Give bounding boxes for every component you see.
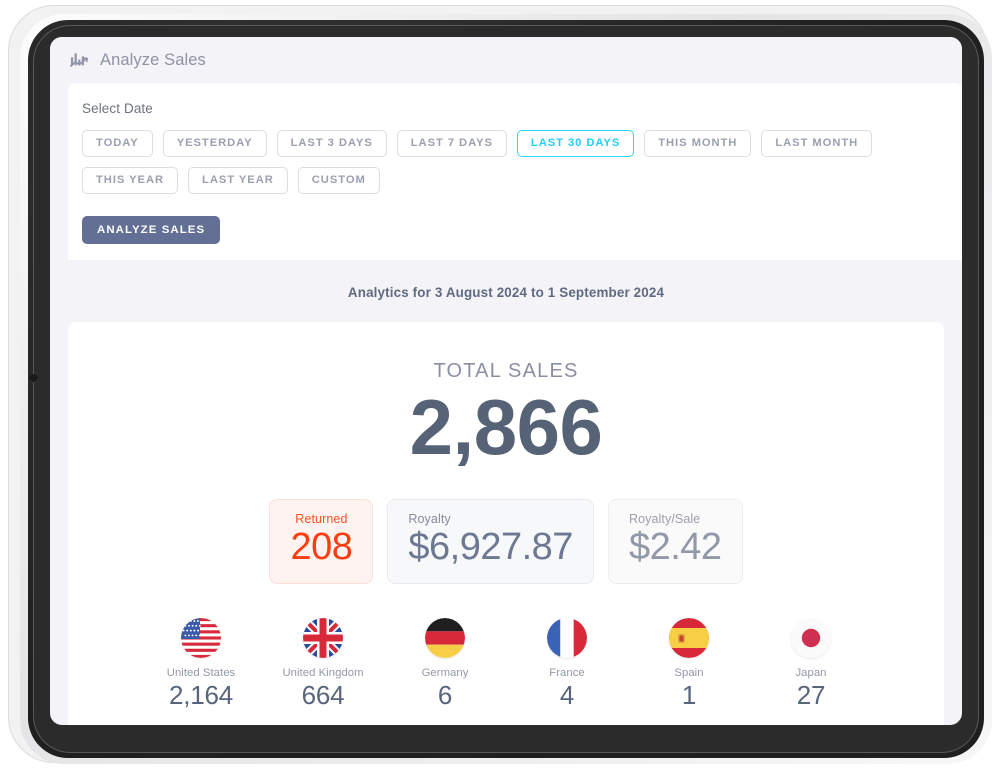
metric-value: $6,927.87	[408, 525, 573, 568]
country-value: 2,164	[168, 679, 234, 710]
date-chip-this-month[interactable]: THIS MONTH	[644, 130, 752, 157]
analyze-action-row: ANALYZE SALES	[68, 194, 962, 244]
total-sales-label: TOTAL SALES	[433, 360, 579, 382]
country-france: France 4	[525, 617, 609, 711]
flag-france-icon	[547, 617, 587, 658]
page-title: Analyze Sales	[100, 50, 206, 69]
select-date-label: Select Date	[82, 101, 153, 116]
date-chip-last-7-days[interactable]: LAST 7 DAYS	[396, 130, 507, 157]
flag-spain-icon	[669, 617, 709, 658]
metric-value: 208	[290, 525, 353, 568]
results-card: TOTAL SALES 2,866 Returned 208 Royalty $6,9…	[68, 322, 944, 725]
metrics-row: Returned 208 Royalty $6,927.87 Royalty/Sale $…	[68, 498, 944, 584]
country-value: 27	[796, 679, 826, 710]
country-name: France	[549, 666, 585, 679]
country-name: Spain	[674, 666, 704, 679]
country-value: 6	[437, 679, 453, 710]
date-chip-last-month[interactable]: LAST MONTH	[761, 130, 873, 157]
country-germany: Germany 6	[403, 617, 487, 711]
metric-label: Royalty	[408, 511, 451, 526]
date-chip-last-3-days[interactable]: LAST 3 DAYS	[276, 130, 387, 157]
date-chip-custom[interactable]: CUSTOM	[297, 167, 380, 194]
metric-returned: Returned 208	[269, 498, 374, 584]
country-name: Japan	[795, 666, 827, 679]
flag-united-kingdom-icon	[303, 617, 343, 658]
date-chip-this-year[interactable]: THIS YEAR	[82, 167, 179, 194]
tablet-screen: Analyze Sales Select Date TODAY YESTERDAY…	[50, 37, 962, 725]
analytics-range-title: Analytics for 3 August 2024 to 1 Septemb…	[347, 285, 665, 300]
country-japan: Japan 27	[769, 617, 853, 711]
date-chip-today[interactable]: TODAY	[82, 130, 153, 157]
country-value: 4	[559, 679, 575, 710]
country-value: 664	[301, 679, 345, 710]
date-chip-last-year[interactable]: LAST YEAR	[188, 167, 288, 194]
tablet-device-frame: Analyze Sales Select Date TODAY YESTERDAY…	[8, 5, 992, 764]
metric-royalty-sale: Royalty/Sale $2.42	[607, 498, 743, 584]
analyze-sales-button[interactable]: ANALYZE SALES	[82, 216, 221, 244]
countries-row: United States 2,164 United Kingdom 664 Germa…	[68, 617, 944, 711]
metric-label: Royalty/Sale	[628, 511, 701, 526]
analytics-bar-chart-icon	[70, 51, 88, 69]
country-name: Germany	[421, 666, 469, 679]
flag-germany-icon	[425, 617, 465, 658]
country-united-kingdom: United Kingdom 664	[281, 617, 365, 711]
metric-label: Returned	[295, 511, 348, 526]
date-chip-yesterday[interactable]: YESTERDAY	[162, 130, 267, 157]
metric-value: $2.42	[628, 525, 722, 568]
country-value: 1	[681, 679, 697, 710]
country-name: United States	[166, 666, 236, 679]
country-name: United Kingdom	[282, 666, 364, 679]
date-range-chip-group: TODAY YESTERDAY LAST 3 DAYS LAST 7 DAYS LAST…	[68, 130, 962, 194]
date-chip-last-30-days[interactable]: LAST 30 DAYS	[516, 130, 635, 157]
country-united-states: United States 2,164	[159, 617, 243, 711]
total-sales-value: 2,866	[409, 383, 603, 471]
country-spain: Spain 1	[647, 617, 731, 711]
app-header: Analyze Sales	[50, 37, 962, 83]
metric-royalty: Royalty $6,927.87	[387, 498, 594, 584]
flag-japan-icon	[791, 617, 831, 658]
flag-united-states-icon	[181, 617, 221, 658]
date-selection-card: Select Date TODAY YESTERDAY LAST 3 DAYS LAS…	[68, 83, 962, 260]
front-camera-icon	[29, 374, 38, 383]
